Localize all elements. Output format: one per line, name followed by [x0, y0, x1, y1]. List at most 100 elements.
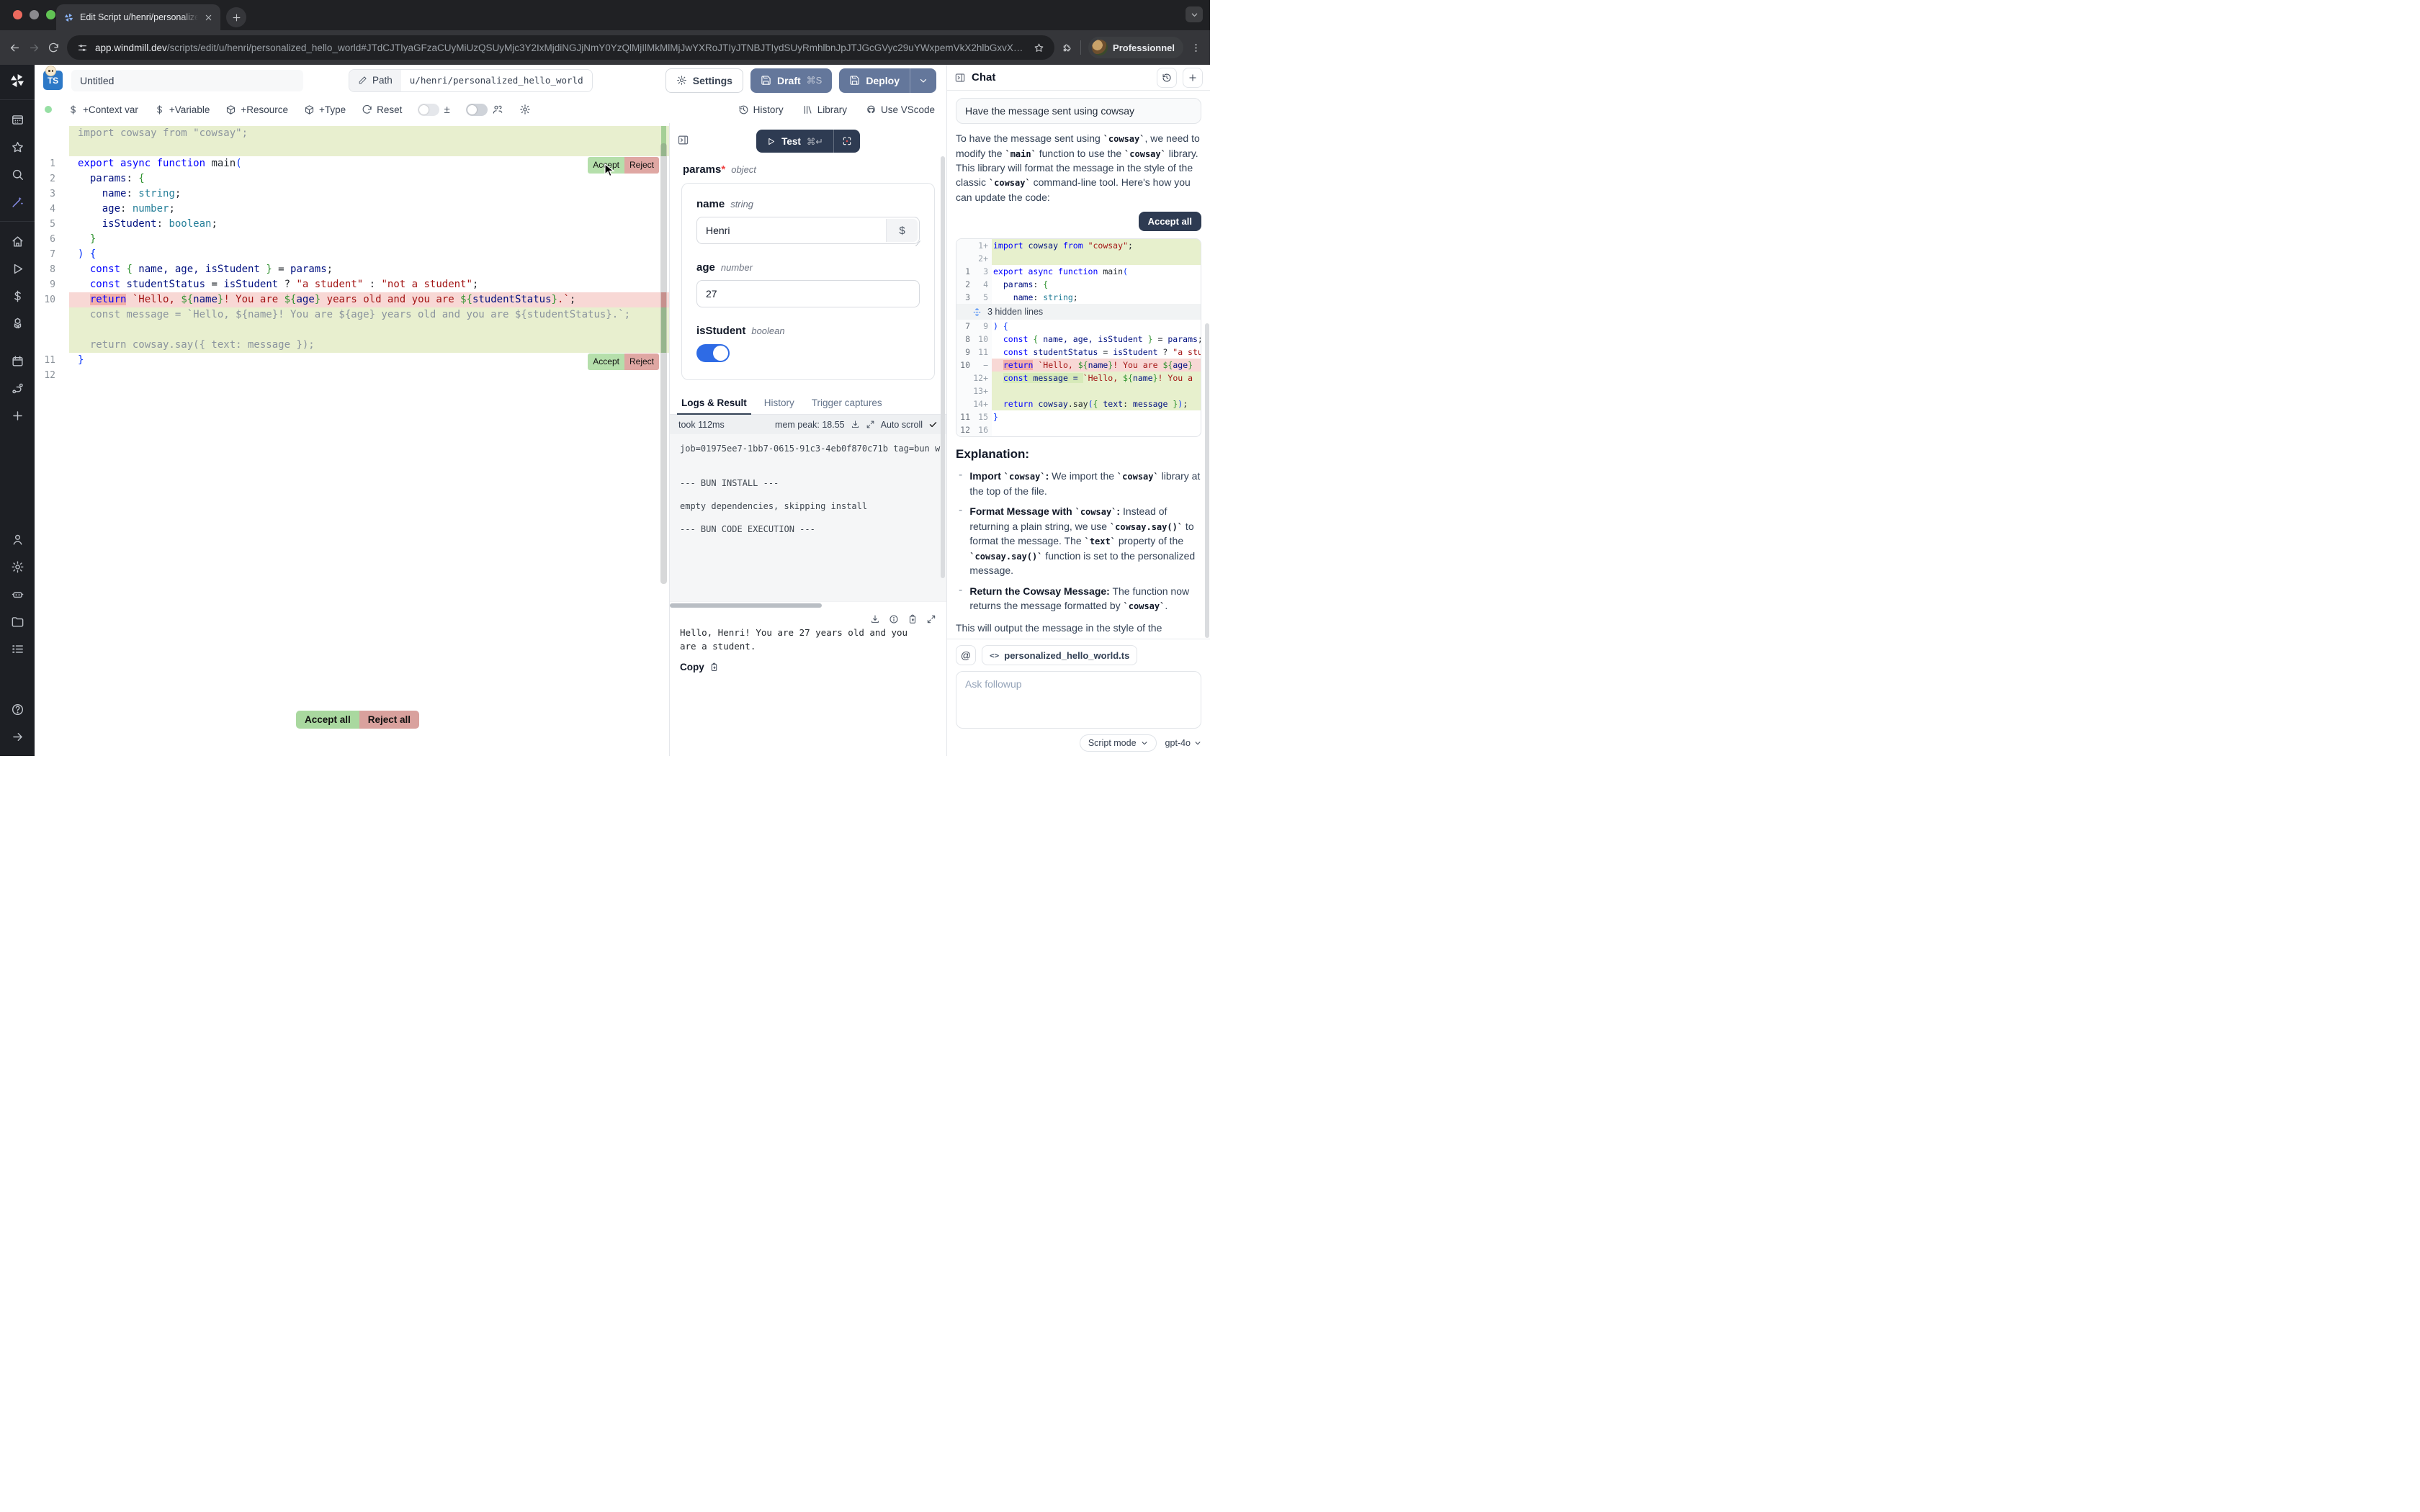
chat-history-button[interactable]	[1157, 68, 1177, 88]
code-line[interactable]: 9 const studentStatus = isStudent ? "a s…	[35, 277, 669, 292]
expand-result-icon[interactable]	[926, 614, 936, 624]
toggle-off[interactable]	[418, 104, 439, 116]
actionbar-type-button[interactable]: +Type	[304, 104, 346, 115]
actionbar-resource-button[interactable]: +Resource	[225, 104, 288, 115]
close-window-button[interactable]	[13, 10, 22, 19]
sidebar-item-robot[interactable]	[5, 582, 30, 606]
sidebar-item-search[interactable]	[5, 162, 30, 186]
sidebar-item-gear[interactable]	[5, 554, 30, 579]
toggle-off-dark[interactable]	[466, 104, 488, 116]
actionbar-use-vscode-button[interactable]: Use VScode	[866, 104, 935, 115]
zoom-window-button[interactable]	[46, 10, 55, 19]
actionbar-reset-button[interactable]: Reset	[362, 104, 402, 115]
scrollbar-thumb[interactable]	[660, 143, 667, 584]
sidebar-item-plus[interactable]	[5, 403, 30, 428]
actionbar-history-button[interactable]: History	[738, 104, 784, 115]
tab-logs-result[interactable]: Logs & Result	[674, 392, 754, 414]
forward-button[interactable]	[28, 42, 40, 54]
code-line[interactable]: 12	[35, 368, 669, 383]
sidebar-item-dollar[interactable]	[5, 284, 30, 308]
deploy-button[interactable]: Deploy	[839, 68, 910, 93]
runpanel-scrollbar[interactable]	[941, 156, 945, 578]
deploy-dropdown-button[interactable]	[910, 68, 936, 93]
accept-all-button[interactable]: Accept all	[296, 711, 359, 729]
editor-scrollbar[interactable]	[660, 123, 667, 756]
code-line[interactable]	[35, 141, 669, 156]
reload-button[interactable]	[48, 42, 60, 54]
extensions-icon[interactable]	[1062, 42, 1073, 53]
copy-button[interactable]: Copy	[680, 662, 936, 672]
reject-button[interactable]: Reject	[624, 354, 659, 370]
context-file-chip[interactable]: <> personalized_hello_world.ts	[982, 645, 1137, 665]
collapse-chat-icon[interactable]	[954, 72, 966, 84]
code-line[interactable]: return cowsay.say({ text: message });	[35, 338, 669, 353]
chat-scrollbar[interactable]	[1205, 323, 1209, 638]
draft-button[interactable]: Draft ⌘S	[750, 68, 832, 93]
editor-settings-icon[interactable]	[519, 104, 531, 115]
code-line[interactable]: 5 isStudent: boolean;	[35, 217, 669, 232]
result-info-icon[interactable]	[889, 614, 899, 624]
name-input[interactable]: Henri$⟋	[696, 217, 920, 244]
sidebar-item-folder[interactable]	[5, 609, 30, 634]
log-horizontal-scrollbar[interactable]	[670, 601, 946, 608]
download-result-icon[interactable]	[870, 614, 880, 624]
sidebar-item-star[interactable]	[5, 135, 30, 159]
download-logs-icon[interactable]	[851, 420, 860, 429]
sidebar-item-magic-wand[interactable]	[5, 189, 30, 214]
code-line[interactable]	[35, 323, 669, 338]
sidebar-item-calendar[interactable]	[5, 348, 30, 373]
tab-search-button[interactable]	[1186, 6, 1203, 22]
mention-button[interactable]: @	[956, 645, 976, 665]
autoscroll-check-icon[interactable]	[928, 420, 938, 429]
sidebar-item-cubes[interactable]	[5, 311, 30, 336]
browser-profile-chip[interactable]: Professionnel	[1088, 37, 1183, 58]
back-button[interactable]	[9, 42, 21, 54]
sidebar-item-user[interactable]	[5, 527, 30, 552]
browser-tab[interactable]: Edit Script u/henri/personalize	[56, 4, 220, 30]
settings-button[interactable]: Settings	[666, 68, 743, 93]
accept-button[interactable]: Accept	[588, 354, 624, 370]
new-tab-button[interactable]	[226, 7, 246, 27]
reject-all-button[interactable]: Reject all	[359, 711, 419, 729]
sidebar-item-route[interactable]	[5, 376, 30, 400]
code-line[interactable]: 1export async function main(AcceptReject	[35, 156, 669, 171]
site-settings-icon[interactable]	[77, 42, 88, 53]
model-selector[interactable]: gpt-4o	[1165, 738, 1201, 748]
minimize-window-button[interactable]	[30, 10, 39, 19]
code-line[interactable]: 8 const { name, age, isStudent } = param…	[35, 262, 669, 277]
actionbar-variable-button[interactable]: +Variable	[154, 104, 210, 115]
sidebar-item-arrow-right[interactable]	[5, 724, 30, 749]
sidebar-item-app-grid[interactable]	[5, 107, 30, 132]
actionbar-library-button[interactable]: Library	[802, 104, 847, 115]
collapse-panel-icon[interactable]	[677, 134, 689, 146]
diff-toggle[interactable]: ±	[418, 104, 449, 116]
windmill-logo[interactable]	[9, 72, 26, 89]
mode-selector[interactable]: Script mode	[1080, 734, 1157, 752]
test-button[interactable]: Test ⌘↵	[756, 130, 833, 153]
bookmark-star-icon[interactable]	[1034, 42, 1044, 53]
actionbar-contextvar-button[interactable]: +Context var	[68, 104, 138, 115]
tab-trigger-captures[interactable]: Trigger captures	[805, 392, 889, 414]
code-line[interactable]: const message = `Hello, ${name}! You are…	[35, 307, 669, 323]
browser-menu-icon[interactable]	[1191, 42, 1201, 53]
code-line[interactable]: 3 name: string;	[35, 186, 669, 202]
multiplayer-toggle[interactable]	[466, 104, 503, 116]
copy-result-icon[interactable]	[908, 614, 918, 624]
address-bar[interactable]: app.windmill.dev/scripts/edit/u/henri/pe…	[67, 35, 1054, 60]
sidebar-item-home[interactable]	[5, 229, 30, 253]
resize-handle[interactable]: ⟋	[915, 240, 920, 248]
code-line[interactable]: 6 }	[35, 232, 669, 247]
chat-accept-all-button[interactable]: Accept all	[1139, 212, 1201, 231]
code-line[interactable]: import cowsay from "cowsay";	[35, 126, 669, 141]
code-line[interactable]: 11}AcceptReject	[35, 353, 669, 368]
new-chat-button[interactable]	[1183, 68, 1203, 88]
code-editor[interactable]: import cowsay from "cowsay"; 1export asyn…	[35, 123, 669, 756]
sidebar-item-help[interactable]	[5, 697, 30, 721]
code-line[interactable]: 10 return `Hello, ${name}! You are ${age…	[35, 292, 669, 307]
script-title-input[interactable]: Untitled	[71, 70, 303, 91]
code-line[interactable]: 7) {	[35, 247, 669, 262]
age-input[interactable]: 27	[696, 280, 920, 307]
capture-test-button[interactable]	[834, 130, 860, 153]
followup-input[interactable]	[956, 671, 1201, 729]
variable-suffix-button[interactable]: $	[886, 219, 918, 242]
